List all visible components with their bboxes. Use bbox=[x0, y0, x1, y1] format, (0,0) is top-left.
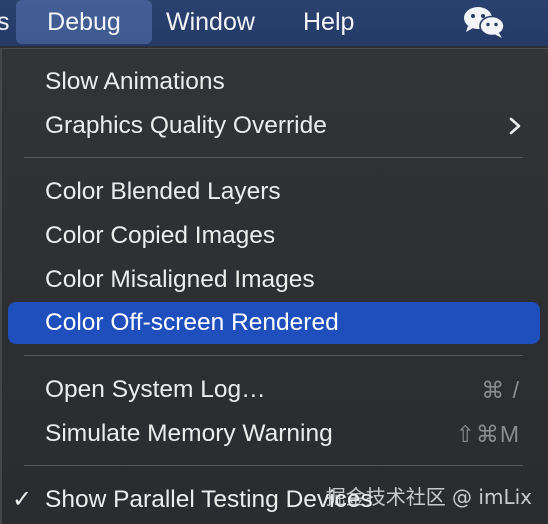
menu-item-label: Graphics Quality Override bbox=[45, 112, 327, 139]
menubar-item-help[interactable]: Help bbox=[303, 0, 354, 46]
menu-item-label: Open System Log… bbox=[45, 376, 266, 403]
menu-bar: s Debug Window Help bbox=[0, 0, 548, 46]
chevron-right-icon bbox=[509, 117, 521, 135]
menubar-item-partial-label: s bbox=[0, 8, 9, 36]
menu-item-color-copied-images[interactable]: Color Copied Images bbox=[8, 215, 540, 257]
menu-item-slow-animations[interactable]: Slow Animations bbox=[8, 61, 540, 103]
menu-separator bbox=[24, 465, 523, 466]
menu-item-label: Slow Animations bbox=[45, 68, 225, 95]
menu-item-color-offscreen-rendered[interactable]: Color Off-screen Rendered bbox=[8, 302, 540, 344]
menu-item-color-blended-layers[interactable]: Color Blended Layers bbox=[8, 171, 540, 213]
screen: s Debug Window Help Slow Animations Grap… bbox=[0, 0, 548, 524]
menu-item-label: Color Copied Images bbox=[45, 222, 276, 249]
menu-item-label: Color Misaligned Images bbox=[45, 266, 315, 293]
menubar-item-debug-label: Debug bbox=[47, 8, 121, 36]
menu-item-color-misaligned-images[interactable]: Color Misaligned Images bbox=[8, 259, 540, 301]
menubar-item-window[interactable]: Window bbox=[166, 0, 255, 46]
menu-separator bbox=[24, 355, 523, 356]
keyboard-shortcut: ⇧⌘M bbox=[455, 421, 520, 447]
menu-item-label: Color Blended Layers bbox=[45, 178, 281, 205]
menubar-item-debug[interactable]: Debug bbox=[16, 0, 152, 44]
menu-item-label: Color Off-screen Rendered bbox=[45, 309, 339, 336]
wechat-icon[interactable] bbox=[462, 5, 506, 39]
menubar-item-window-label: Window bbox=[166, 8, 255, 36]
menu-item-simulate-memory-warning[interactable]: Simulate Memory Warning ⇧⌘M bbox=[8, 413, 540, 455]
debug-dropdown-menu: Slow Animations Graphics Quality Overrid… bbox=[0, 48, 548, 524]
menubar-item-partial[interactable]: s bbox=[0, 0, 9, 46]
menu-item-open-system-log[interactable]: Open System Log… ⌘ / bbox=[8, 369, 540, 411]
menu-separator bbox=[24, 157, 523, 158]
menu-item-graphics-quality-override[interactable]: Graphics Quality Override bbox=[8, 105, 540, 147]
watermark: 掘金技术社区 @ imLix bbox=[325, 485, 532, 509]
keyboard-shortcut: ⌘ / bbox=[481, 377, 520, 403]
checkmark-icon: ✓ bbox=[12, 486, 33, 513]
menubar-item-help-label: Help bbox=[303, 8, 355, 36]
menu-item-label: Show Parallel Testing Devices bbox=[45, 486, 373, 513]
menu-item-label: Simulate Memory Warning bbox=[45, 420, 333, 447]
